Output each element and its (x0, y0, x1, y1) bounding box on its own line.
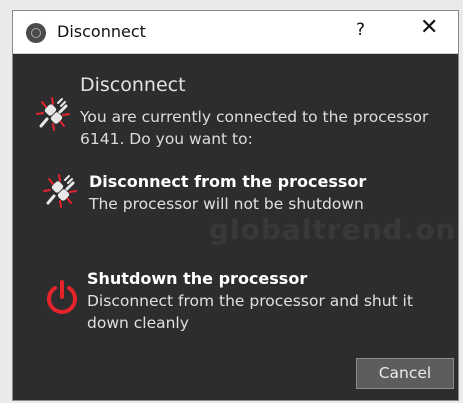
disconnect-option-description[interactable]: The processor will not be shutdown (89, 193, 449, 215)
power-icon[interactable] (43, 279, 81, 317)
disconnect-dialog: Disconnect ? ✕ Disconnect You are curren… (12, 10, 463, 401)
unplug-icon (36, 97, 70, 131)
dialog-description: You are currently connected to the proce… (80, 108, 429, 148)
app-logo-icon (26, 23, 46, 43)
title-bar[interactable]: Disconnect ? ✕ (13, 11, 458, 54)
shutdown-option-title[interactable]: Shutdown the processor (87, 269, 307, 288)
unplug-icon[interactable] (40, 171, 80, 211)
window-title: Disconnect (57, 22, 146, 41)
disconnect-option-title[interactable]: Disconnect from the processor (89, 172, 366, 191)
dialog-heading: Disconnect (80, 74, 186, 96)
shutdown-option-description[interactable]: Disconnect from the processor and shut i… (87, 290, 452, 334)
help-button[interactable]: ? (356, 20, 365, 40)
watermark: globaltrend.one (209, 213, 463, 246)
cancel-button[interactable]: Cancel (356, 358, 454, 389)
close-button[interactable]: ✕ (420, 17, 438, 39)
